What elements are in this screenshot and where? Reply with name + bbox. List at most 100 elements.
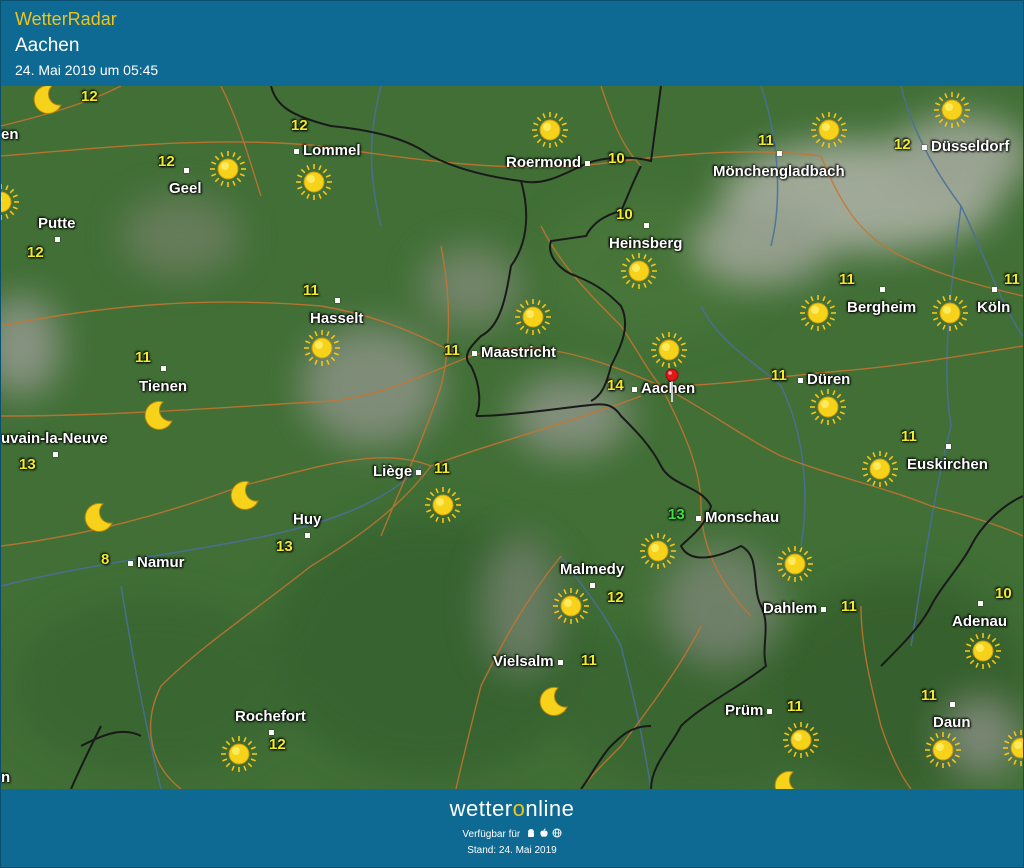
city-label[interactable]: Rochefort — [235, 708, 306, 725]
city-marker — [950, 702, 955, 707]
city-marker — [183, 168, 189, 173]
city-marker — [128, 561, 133, 566]
city-label[interactable]: Geel — [169, 180, 202, 197]
city-label[interactable]: Huy — [293, 511, 321, 528]
moon-icon[interactable] — [30, 86, 64, 122]
city-label[interactable]: Düsseldorf — [931, 138, 1009, 155]
sun-icon[interactable] — [963, 631, 1003, 676]
sun-icon[interactable] — [551, 586, 591, 631]
temperature-label: 10 — [995, 585, 1012, 602]
city-label[interactable]: Putte — [38, 215, 76, 232]
web-icon[interactable] — [552, 828, 562, 838]
temperature-label: 14 — [607, 377, 624, 394]
sun-icon[interactable] — [808, 387, 848, 432]
city-label[interactable]: Tienen — [139, 378, 187, 395]
temperature-label: 11 — [135, 349, 151, 366]
temperature-label: 13 — [19, 456, 36, 473]
city-label[interactable]: Maastricht — [481, 344, 556, 361]
city-label[interactable]: en — [1, 126, 19, 143]
city-marker — [416, 470, 421, 475]
city-label[interactable]: Lommel — [303, 142, 361, 159]
app-title: WetterRadar — [15, 9, 117, 29]
temperature-label: 13 — [668, 506, 685, 523]
data-timestamp: Stand: 24. Mai 2019 — [467, 845, 557, 856]
sun-icon[interactable] — [860, 449, 900, 494]
city-marker — [643, 223, 649, 228]
temperature-label: 11 — [839, 271, 855, 288]
city-marker — [558, 660, 563, 665]
city-label[interactable]: n — [1, 769, 10, 786]
city-marker — [161, 366, 166, 371]
sun-icon[interactable] — [530, 110, 570, 155]
temperature-label: 11 — [921, 687, 937, 704]
city-label[interactable]: Daun — [933, 714, 971, 731]
city-label[interactable]: Liège — [373, 463, 412, 480]
city-label[interactable]: uvain-la-Neuve — [1, 430, 108, 447]
sun-icon[interactable] — [1001, 728, 1023, 773]
moon-icon[interactable] — [141, 399, 175, 438]
temperature-label: 11 — [771, 367, 787, 384]
city-label[interactable]: Bergheim — [847, 299, 916, 316]
location-title: Aachen — [15, 35, 80, 56]
sun-icon[interactable] — [932, 90, 972, 135]
city-marker — [632, 387, 637, 392]
sun-icon[interactable] — [923, 730, 963, 775]
sun-icon[interactable] — [809, 110, 849, 155]
forecast-datetime: 24. Mai 2019 um 05:45 — [15, 62, 159, 78]
city-label[interactable]: Heinsberg — [609, 235, 682, 252]
temperature-label: 11 — [787, 698, 803, 715]
sun-icon[interactable] — [638, 531, 678, 576]
city-label[interactable]: Prüm — [725, 702, 763, 719]
city-label[interactable]: Köln — [977, 299, 1010, 316]
city-label[interactable]: Hasselt — [310, 310, 363, 327]
temperature-label: 12 — [291, 117, 308, 134]
availability-label: Verfügbar für — [462, 829, 521, 840]
city-label[interactable]: Malmedy — [560, 561, 624, 578]
location-pin-icon[interactable] — [665, 368, 679, 404]
city-label[interactable]: Monschau — [705, 509, 779, 526]
city-label[interactable]: Euskirchen — [907, 456, 988, 473]
city-label[interactable]: Namur — [137, 554, 185, 571]
sun-icon[interactable] — [513, 297, 553, 342]
sun-icon[interactable] — [302, 328, 342, 373]
header: WetterRadar Aachen 24. Mai 2019 um 05:45 — [1, 1, 1023, 85]
city-marker — [55, 237, 60, 242]
moon-icon[interactable] — [771, 769, 805, 789]
city-label[interactable]: Dahlem — [763, 600, 817, 617]
sun-icon[interactable] — [294, 162, 334, 207]
moon-icon[interactable] — [227, 479, 261, 518]
sun-icon[interactable] — [930, 293, 970, 338]
brand-logo[interactable]: wetteronline — [1, 796, 1023, 822]
temperature-label: 12 — [27, 244, 44, 261]
moon-icon[interactable] — [536, 685, 570, 724]
city-marker — [590, 583, 595, 588]
sun-icon[interactable] — [423, 485, 463, 530]
sun-icon[interactable] — [1, 182, 21, 227]
city-marker — [334, 298, 340, 303]
android-icon[interactable] — [526, 828, 536, 838]
sun-icon[interactable] — [208, 149, 248, 194]
city-label[interactable]: Mönchengladbach — [713, 163, 845, 180]
moon-icon[interactable] — [81, 501, 115, 540]
sun-icon[interactable] — [619, 251, 659, 296]
city-marker — [798, 378, 803, 383]
city-marker — [305, 533, 310, 538]
weather-map[interactable]: Lommel Roermond Mönchengladbach Düsseldorf G… — [1, 86, 1023, 789]
city-marker — [922, 145, 927, 150]
city-marker — [268, 730, 274, 735]
city-label[interactable]: Vielsalm — [493, 653, 554, 670]
city-marker — [472, 351, 477, 356]
city-label[interactable]: Adenau — [952, 613, 1007, 630]
apple-icon[interactable] — [539, 828, 549, 838]
city-marker — [696, 516, 701, 521]
city-label[interactable]: Roermond — [506, 154, 581, 171]
sun-icon[interactable] — [798, 293, 838, 338]
temperature-label: 11 — [1004, 271, 1020, 288]
temperature-label: 12 — [158, 153, 175, 170]
sun-icon[interactable] — [219, 734, 259, 779]
sun-icon[interactable] — [781, 720, 821, 765]
city-label[interactable]: Düren — [807, 371, 850, 388]
sun-icon[interactable] — [775, 544, 815, 589]
city-marker — [294, 149, 299, 154]
temperature-label: 11 — [581, 652, 597, 669]
